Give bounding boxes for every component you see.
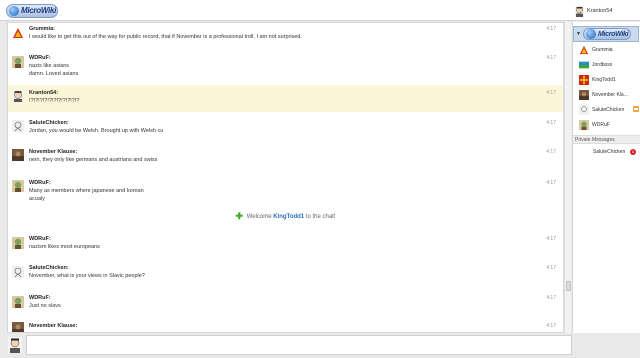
message-text: !?!?!?!?!?!?!?!?!?!?!? [29, 98, 80, 104]
chat-message: November Klause: nein, they only like ge… [8, 145, 563, 172]
away-status-icon [633, 106, 639, 112]
message-author[interactable]: WDRuF: [29, 55, 51, 61]
input-bar [0, 333, 640, 358]
welcome-prefix: Welcome [246, 214, 272, 220]
chat-scrollbar[interactable] [564, 22, 571, 333]
microwiki-logo[interactable]: MicroWiki [6, 3, 58, 18]
message-author[interactable]: November Klause: [29, 149, 77, 155]
logo-oval: MicroWiki [6, 3, 58, 18]
chat-message: WDRuF: nazis like asians damn. Loved asi… [8, 52, 563, 85]
welcome-suffix: to the chat! [305, 214, 336, 220]
scrollbar-thumb[interactable] [566, 281, 571, 291]
message-time: 4:17 [546, 120, 556, 126]
wiki-room-header[interactable]: ▼ MicroWiki [573, 26, 639, 42]
chat-message-highlighted: Kranton54: !?!?!?!?!?!?!?!?!?!?!? 4:17 [8, 85, 563, 112]
message-text: November, what is your views in Slavic p… [29, 273, 145, 279]
wiki-label: MicroWiki [597, 30, 629, 38]
chat-message: SaluteChicken: Jordan, you would be Wels… [8, 116, 563, 143]
user-list-item[interactable]: KingTodd1 [579, 74, 639, 86]
message-time: 4:17 [546, 149, 556, 155]
sketch-avatar-icon [579, 105, 589, 115]
user-name: SaluteChicken [592, 107, 625, 113]
welcome-notice: ✚ Welcome KingTodd1 to the chat! [8, 211, 563, 222]
message-author[interactable]: Grummia: [29, 26, 55, 32]
message-text: nazism likes most europeans [29, 244, 100, 250]
chat-message: WDRuF: Many as members where japanese an… [8, 176, 563, 209]
message-time: 4:17 [546, 26, 556, 32]
cartoon-avatar-icon [12, 180, 24, 192]
message-time: 4:17 [546, 55, 556, 61]
flag-avatar-icon [579, 61, 589, 69]
current-user-chip[interactable]: Kranton54 [575, 4, 612, 18]
wiki-logo: MicroWiki [582, 28, 631, 40]
top-bar: MicroWiki Kranton54 [0, 0, 640, 21]
user-name: WDRuF [592, 122, 610, 128]
user-avatar-icon [575, 5, 584, 17]
cartoon-avatar-icon [12, 56, 24, 68]
chat-message: WDRuF: Just no slavs 4:17 [8, 292, 563, 319]
message-text: Just no slavs [29, 303, 61, 309]
message-author[interactable]: WDRuF: [29, 236, 51, 242]
sketch-avatar-icon [12, 120, 24, 132]
message-author[interactable]: Kranton54: [29, 90, 58, 96]
user-name: Jordboss [592, 62, 613, 68]
user-list-item[interactable]: Jordboss [579, 59, 639, 71]
message-time: 4:17 [546, 265, 556, 271]
chat-log[interactable]: Grummia: I would like to get this out of… [7, 22, 564, 333]
globe-icon [9, 5, 19, 16]
logo-text: MicroWiki [21, 6, 57, 15]
sketch-avatar-icon [12, 266, 24, 278]
cartoon-avatar-icon [12, 237, 24, 249]
private-messages-header: Private Messages [573, 135, 640, 144]
message-text: acualy [29, 196, 45, 202]
collapse-arrow-icon[interactable]: ▼ [576, 31, 581, 37]
face-avatar-icon [12, 90, 24, 102]
message-author[interactable]: WDRuF: [29, 180, 51, 186]
current-user-name: Kranton54 [587, 8, 613, 14]
red-triangle-avatar-icon [579, 45, 589, 55]
self-avatar-icon [8, 337, 22, 353]
message-time: 4:17 [546, 90, 556, 96]
photo-avatar-icon [579, 90, 589, 100]
user-name: November Kla... [592, 92, 628, 98]
cartoon-avatar-icon [12, 296, 24, 308]
user-list-item[interactable]: Grummia [579, 44, 639, 56]
message-text: nazis like asians [29, 63, 70, 69]
cartoon-avatar-icon [579, 120, 589, 130]
unread-count-badge: 1 [630, 149, 636, 155]
welcome-user[interactable]: KingTodd1 [273, 214, 304, 220]
chat-message: November Klause: 4:17 [8, 320, 563, 332]
message-author[interactable]: WDRuF: [29, 295, 51, 301]
user-list-item[interactable]: WDRuF [579, 119, 639, 131]
message-author[interactable]: SaluteChicken: [29, 265, 69, 271]
message-text: Many as members where japanese and korea… [29, 188, 144, 194]
message-time: 4:17 [546, 180, 556, 186]
plus-icon: ✚ [235, 211, 244, 221]
user-sidebar: ▼ MicroWiki Grummia Jordboss KingTodd1 N… [572, 22, 640, 333]
message-time: 4:17 [546, 323, 556, 329]
user-list-item[interactable]: SaluteChicken [579, 104, 639, 116]
message-text: nein, they only like germans and austria… [29, 157, 158, 163]
message-text: damn. Loved asians [29, 71, 79, 77]
photo-avatar-icon [12, 149, 24, 161]
red-triangle-avatar-icon [12, 27, 24, 39]
chat-message: Grummia: I would like to get this out of… [8, 23, 563, 51]
message-time: 4:17 [546, 295, 556, 301]
message-text: Jordan, you would be Welsh. Brought up w… [29, 128, 164, 134]
chat-message: WDRuF: nazism likes most europeans 4:17 [8, 233, 563, 260]
private-message-item[interactable]: SaluteChicken 1 [579, 147, 639, 157]
chat-message-input[interactable] [26, 335, 572, 355]
user-name: KingTodd1 [592, 77, 616, 83]
message-author[interactable]: SaluteChicken: [29, 120, 69, 126]
message-author[interactable]: November Klause: [29, 323, 77, 329]
user-name: Grummia [592, 47, 613, 53]
red-cross-avatar-icon [579, 75, 589, 85]
message-text: I would like to get this out of the way … [29, 34, 302, 40]
chat-message: SaluteChicken: November, what is your vi… [8, 262, 563, 289]
user-list-item[interactable]: November Kla... [579, 89, 639, 101]
globe-icon [585, 29, 596, 39]
photo-avatar-icon [12, 322, 24, 332]
message-time: 4:17 [546, 236, 556, 242]
private-message-user: SaluteChicken [593, 149, 626, 155]
